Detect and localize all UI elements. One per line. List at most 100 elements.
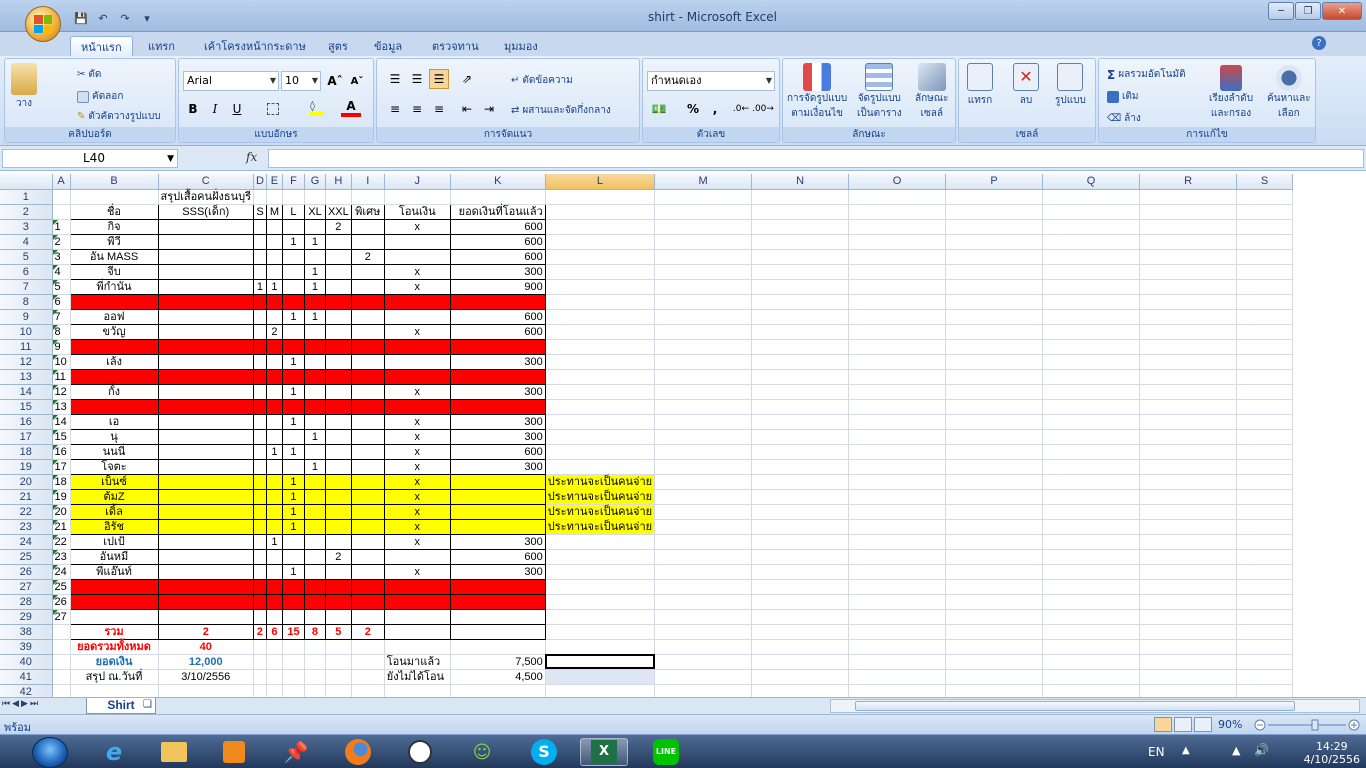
cell[interactable] [1236, 549, 1294, 565]
align-top-icon[interactable]: ☰ [385, 69, 405, 89]
cell[interactable] [253, 549, 267, 565]
cell[interactable] [265, 609, 283, 625]
cell[interactable] [449, 339, 546, 355]
cell[interactable]: 1 [281, 414, 305, 430]
cell[interactable] [253, 294, 267, 310]
cell[interactable] [383, 249, 451, 265]
cut-button[interactable]: ✂ ตัด [77, 67, 101, 82]
cell[interactable] [545, 639, 656, 655]
cell[interactable] [350, 354, 385, 370]
cell[interactable] [253, 564, 267, 580]
cell[interactable] [350, 534, 385, 550]
cell[interactable] [545, 534, 656, 550]
row-header[interactable]: 17 [0, 429, 53, 445]
cell[interactable] [1139, 369, 1238, 385]
next-sheet-icon[interactable]: ▶ [21, 699, 28, 709]
cell[interactable]: 16 [52, 444, 71, 460]
insert-cells-button[interactable]: แทรก [967, 63, 993, 108]
cell[interactable] [157, 234, 255, 250]
cell[interactable]: ประทานจะเป็นคนจ่าย [545, 474, 656, 490]
cell[interactable] [253, 264, 267, 280]
tab-page-layout[interactable]: เค้าโครงหน้ากระดาษ [194, 36, 316, 56]
cell[interactable]: XL [303, 204, 326, 220]
cell[interactable] [157, 444, 255, 460]
cell[interactable]: 10 [52, 354, 71, 370]
cell[interactable]: ขวัญ [69, 324, 159, 340]
undo-icon[interactable]: ↶ [94, 10, 112, 26]
cell[interactable]: 600 [449, 549, 546, 565]
cell[interactable] [945, 369, 1044, 385]
cell[interactable] [157, 309, 255, 325]
cell[interactable] [945, 384, 1044, 400]
cell[interactable] [324, 429, 352, 445]
row-header[interactable]: 21 [0, 489, 53, 505]
cell[interactable]: 1 [253, 279, 267, 295]
cell[interactable] [1236, 594, 1294, 610]
cell[interactable] [303, 249, 326, 265]
cell[interactable]: 600 [449, 234, 546, 250]
cell[interactable]: ต่อย [69, 294, 159, 310]
cell[interactable]: x [383, 414, 451, 430]
cell[interactable] [751, 354, 850, 370]
cell[interactable] [654, 309, 753, 325]
row-header[interactable]: 39 [0, 639, 53, 655]
cell[interactable] [654, 549, 753, 565]
cell[interactable] [848, 309, 947, 325]
cell[interactable] [654, 444, 753, 460]
cell[interactable] [70, 189, 159, 205]
cell[interactable] [1042, 489, 1141, 505]
paste-button[interactable]: วาง [11, 63, 37, 111]
cell[interactable] [545, 324, 656, 340]
cell[interactable] [157, 609, 255, 625]
cell[interactable] [848, 459, 947, 475]
grow-font-button[interactable]: Aˆ [325, 71, 345, 91]
cell[interactable] [265, 519, 283, 535]
cell[interactable]: 6 [52, 294, 71, 310]
cell[interactable] [253, 369, 267, 385]
cell[interactable] [751, 609, 850, 625]
column-header[interactable]: I [351, 174, 385, 190]
cell[interactable] [848, 684, 947, 697]
cell[interactable] [157, 249, 255, 265]
cell[interactable] [282, 684, 305, 697]
cell[interactable] [654, 324, 753, 340]
cell[interactable] [265, 234, 283, 250]
cell[interactable] [350, 549, 385, 565]
cell[interactable] [545, 369, 656, 385]
cell[interactable] [654, 594, 753, 610]
taskbar-firefox[interactable] [334, 738, 382, 766]
cell[interactable] [265, 369, 283, 385]
cell[interactable]: M [265, 204, 283, 220]
cell[interactable]: 27 [52, 609, 71, 625]
cell[interactable] [303, 489, 326, 505]
column-header[interactable]: B [70, 174, 159, 190]
cell[interactable] [751, 399, 850, 415]
cell[interactable]: 1 [281, 339, 305, 355]
font-size-combo[interactable]: 10 ▼ [281, 71, 321, 91]
cell[interactable] [751, 444, 850, 460]
cell[interactable] [1042, 264, 1141, 280]
cell[interactable] [303, 474, 326, 490]
cell[interactable] [654, 399, 753, 415]
cell[interactable]: 1 [265, 534, 283, 550]
cell[interactable] [1236, 189, 1294, 205]
cell[interactable]: S [253, 204, 267, 220]
cell[interactable] [449, 489, 546, 505]
cell[interactable]: อันหมี [69, 549, 159, 565]
cell[interactable]: พิเศษ [350, 204, 385, 220]
cell[interactable] [265, 399, 283, 415]
row-header[interactable]: 1 [0, 189, 53, 205]
column-header[interactable]: H [325, 174, 352, 190]
cell[interactable] [1139, 654, 1238, 670]
cell[interactable] [52, 684, 71, 697]
cell[interactable] [324, 564, 352, 580]
taskbar-explorer[interactable] [150, 738, 198, 766]
cell[interactable]: 300 [449, 354, 546, 370]
cell[interactable] [350, 264, 385, 280]
align-middle-icon[interactable]: ☰ [407, 69, 427, 89]
row-header[interactable]: 28 [0, 594, 53, 610]
column-header[interactable]: K [450, 174, 546, 190]
cell[interactable]: 1 [281, 294, 305, 310]
cell[interactable] [1139, 249, 1238, 265]
clear-button[interactable]: ⌫ ล้าง [1107, 111, 1141, 126]
